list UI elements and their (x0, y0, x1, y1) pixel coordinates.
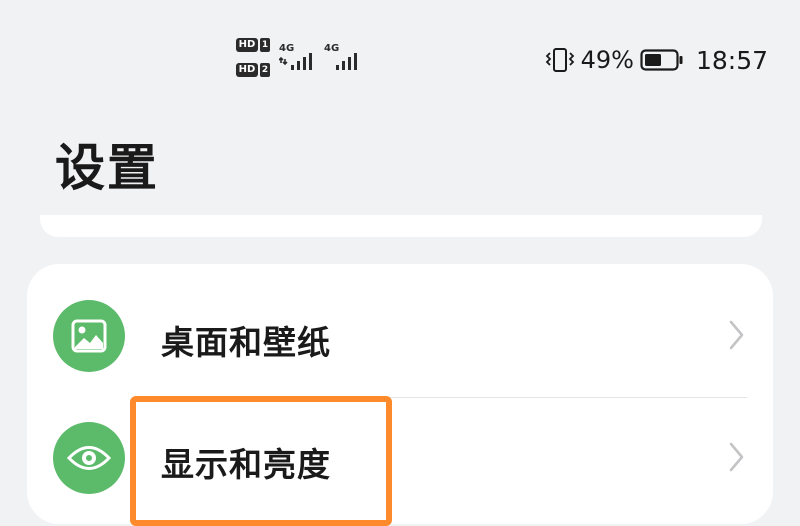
settings-item-label: 桌面和壁纸 (161, 323, 331, 362)
chevron-right-icon (729, 320, 744, 350)
sim2-signal-icon (336, 53, 357, 70)
status-time: 18:57 (695, 45, 768, 75)
wallpaper-icon (53, 300, 125, 372)
settings-item-display-brightness[interactable]: 显示和亮度 (27, 398, 773, 520)
sim2-slot-icon: 2 (260, 63, 270, 77)
battery-percentage: 49% (580, 46, 634, 74)
sim1-signal-icon (279, 53, 312, 70)
settings-item-label: 显示和亮度 (161, 445, 331, 484)
status-bar: HD 1 HD 2 4G 4G 49% 18:57 (0, 0, 800, 110)
page-title: 设置 (55, 139, 159, 197)
status-right-group: 49% 18:57 (545, 40, 768, 80)
sim1-slot-icon: 1 (260, 38, 270, 52)
chevron-right-icon (729, 442, 744, 472)
hd-voice-badge-sim2: HD (236, 63, 258, 77)
vibrate-icon (545, 48, 574, 72)
battery-icon (640, 49, 683, 71)
hd-voice-badge-sim1: HD (236, 38, 258, 52)
search-card (40, 215, 762, 237)
settings-group-card: 桌面和壁纸 显示和亮度 (27, 264, 773, 524)
eye-icon (53, 422, 125, 494)
settings-item-wallpaper[interactable]: 桌面和壁纸 (27, 264, 773, 398)
sim-indicators: HD 1 HD 2 4G 4G (234, 36, 374, 82)
